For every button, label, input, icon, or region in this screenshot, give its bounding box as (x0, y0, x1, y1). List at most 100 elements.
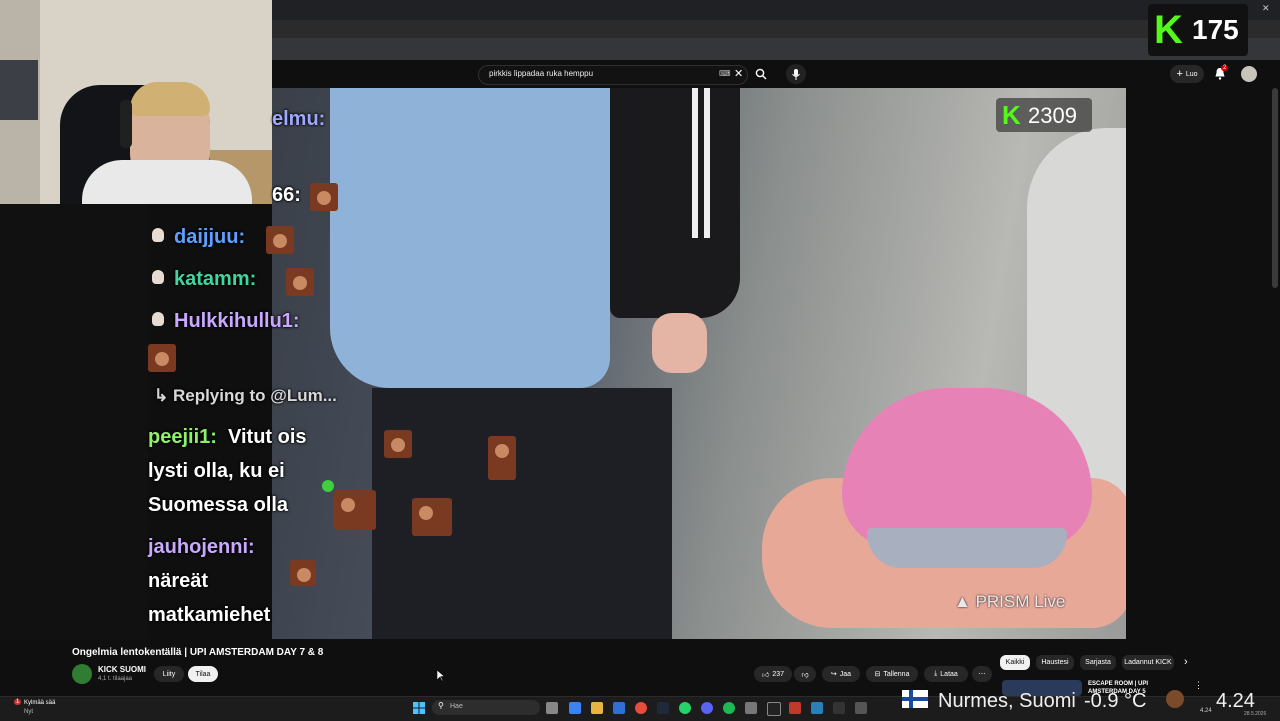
chat-username: katamm: (174, 268, 257, 290)
chat-reply-indicator: ↳ Replying to @Lum... (154, 386, 337, 405)
video-object-base (867, 528, 1067, 568)
windows-start-icon[interactable] (413, 701, 425, 714)
prism-triangle-icon: ▲ (954, 592, 971, 611)
file-explorer-icon[interactable] (591, 702, 603, 714)
download-label: Lataa (940, 670, 958, 678)
search-input[interactable]: pirkkis lippadaa ruka hemppu ⌨ ✕ (478, 65, 748, 85)
close-window-button[interactable]: ✕ (1262, 3, 1270, 14)
cam-coats (0, 60, 38, 120)
chrome-icon[interactable] (635, 702, 647, 714)
chat-emote (266, 226, 294, 254)
download-icon: ⤓ (934, 670, 938, 677)
download-button[interactable]: ⤓ Lataa (924, 666, 968, 682)
chat-user-icon (152, 312, 164, 326)
chat-message: Suomessa olla (148, 494, 289, 516)
obs-icon[interactable] (767, 702, 781, 716)
chat-message: lysti olla, ku ei (148, 460, 285, 482)
steam-icon[interactable] (657, 702, 669, 714)
share-button[interactable]: ↪ Jaa (822, 666, 860, 682)
voice-search-button[interactable] (786, 64, 806, 84)
kick-logo-icon: K (1002, 100, 1021, 130)
chat-emote (286, 268, 314, 296)
bookmark-icon: ⊟ (874, 671, 881, 678)
channel-name[interactable]: KICK SUOMI (98, 665, 146, 674)
keyboard-icon[interactable]: ⌨ (719, 69, 731, 78)
search-button[interactable] (748, 64, 774, 84)
floating-emote (412, 498, 452, 536)
taskbar-search-placeholder: Hae (450, 703, 463, 710)
whatsapp-icon[interactable] (679, 702, 691, 714)
share-icon: ↪ (830, 671, 837, 678)
weather-label: Kylmää sää (24, 700, 56, 706)
save-label: Tallenna (883, 670, 910, 678)
chat-emote (148, 344, 176, 372)
copilot-icon[interactable] (569, 702, 581, 714)
weather-sub: Nyt (24, 709, 33, 715)
taskbar-tray-clock[interactable]: 4.24 (1200, 708, 1212, 714)
capcut-icon[interactable] (833, 702, 845, 714)
video-player[interactable]: K 2309 ▲ PRISM Live (272, 88, 1126, 639)
chip-all[interactable]: Kaikki (1000, 655, 1030, 670)
chevron-right-icon[interactable]: › (1184, 656, 1188, 668)
chip-series[interactable]: Sarjasta (1080, 655, 1116, 670)
chat-user-icon (152, 228, 164, 242)
notification-badge: 2 (1221, 65, 1229, 71)
taskbar-search-box[interactable]: ⚲ Hae (432, 700, 540, 715)
chat-username: Hulkkihullu1: (174, 310, 300, 332)
more-actions-button[interactable]: ⋯ (972, 666, 992, 682)
chat-emote (310, 183, 338, 211)
recommended-title[interactable]: ESCAPE ROOM | UPI (1088, 681, 1148, 687)
page-left-area (0, 204, 148, 639)
like-button[interactable]: 👍︎ 237 (754, 666, 792, 682)
like-count: 237 (772, 670, 784, 678)
chat-message: Vitut ois (228, 426, 307, 448)
green-dot (322, 480, 334, 492)
video-person-hand (652, 313, 707, 373)
app-icon[interactable] (789, 702, 801, 714)
discord-icon[interactable] (701, 702, 713, 714)
floating-emote (384, 430, 412, 458)
chat-username: elmu: (272, 108, 326, 130)
kick-logo-icon: K (1154, 8, 1183, 52)
task-view-icon[interactable] (546, 702, 558, 714)
search-query: pirkkis lippadaa ruka hemppu (489, 69, 594, 78)
overlay-clock: 4.24 (1216, 690, 1255, 712)
thumbs-down-icon: 👎︎ (801, 671, 809, 679)
app-icon[interactable] (855, 702, 867, 714)
microphone-icon (792, 68, 800, 80)
mouse-cursor-icon (437, 670, 445, 682)
floating-emote (290, 560, 316, 586)
account-avatar[interactable] (1241, 66, 1257, 82)
spotify-icon[interactable] (723, 702, 735, 714)
video-person-jacket-sleeve (610, 88, 740, 318)
taskbar-tray-date[interactable]: 28.5.2026 (1244, 711, 1266, 717)
chat-overlay: elmu: 66: daijjuu: katamm: Hulkkihullu1:… (148, 88, 388, 639)
save-button[interactable]: ⊟ Tallenna (866, 666, 918, 682)
scrollbar[interactable] (1272, 88, 1278, 288)
chip-uploaded-by[interactable]: Ladannut KICK (1122, 655, 1174, 670)
dislike-button[interactable]: 👎︎ (794, 666, 816, 682)
jacket-stripe (704, 88, 710, 238)
more-vertical-icon[interactable]: ⋮ (1194, 680, 1203, 691)
notifications-button[interactable]: 2 (1214, 65, 1229, 81)
floating-emote (488, 436, 516, 480)
join-button[interactable]: Liity (154, 666, 184, 682)
cam-headphones (120, 100, 132, 148)
subscribe-button[interactable]: Tilaa (188, 666, 218, 682)
chat-username: 66: (272, 184, 301, 206)
prism-live-watermark: ▲ PRISM Live (954, 592, 1065, 612)
prism-label: PRISM Live (975, 592, 1066, 611)
chip-search[interactable]: Haustesi (1036, 655, 1074, 670)
kick-follower-badge: K 175 (1148, 4, 1248, 56)
create-button[interactable]: + Luo (1170, 65, 1204, 83)
mail-icon[interactable] (613, 702, 625, 714)
more-horizontal-icon: ⋯ (978, 671, 986, 678)
browser-toolbar (272, 20, 1280, 38)
app-icon[interactable] (745, 702, 757, 714)
clear-search-icon[interactable]: ✕ (734, 67, 743, 80)
channel-avatar[interactable] (72, 664, 92, 684)
thumbs-up-icon: 👍︎ (761, 671, 770, 679)
app-icon[interactable] (811, 702, 823, 714)
chat-message: näreät (148, 570, 209, 592)
floating-emote (334, 490, 376, 530)
